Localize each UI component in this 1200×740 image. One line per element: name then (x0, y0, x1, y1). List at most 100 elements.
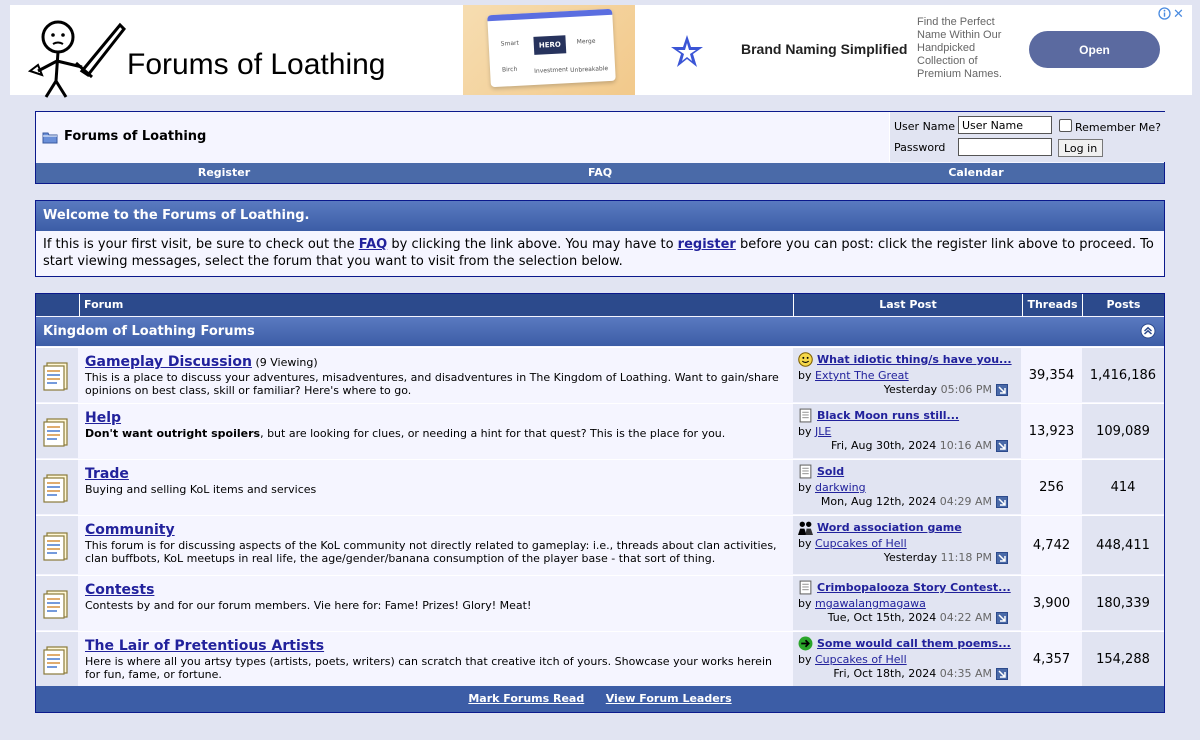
go-to-last-post-icon[interactable] (996, 668, 1008, 680)
table-footer: Mark Forums Read View Forum Leaders (36, 686, 1164, 712)
people-icon (798, 521, 813, 535)
nav-faq-link[interactable]: FAQ (412, 163, 788, 183)
go-to-last-post-icon[interactable] (996, 496, 1008, 508)
post-count: 154,288 (1082, 632, 1164, 686)
last-post-cell: Crimbopalooza Story Contest... by mgawala… (793, 576, 1021, 630)
thread-count: 13,923 (1022, 404, 1081, 458)
last-post-title-link[interactable]: Sold (817, 465, 844, 478)
forum-title-link[interactable]: Gameplay Discussion (85, 354, 252, 370)
document-icon (799, 464, 812, 479)
forum-info-cell: The Lair of Pretentious Artists Here is … (79, 632, 792, 686)
forum-row: Help Don't want outright spoilers, but a… (36, 403, 1164, 458)
header-forum: Forum (79, 294, 793, 316)
site-logo[interactable]: Forums of Loathing (10, 5, 392, 98)
thread-count: 3,900 (1022, 576, 1081, 630)
forum-description-text: , but are looking for clues, or needing … (260, 427, 726, 440)
go-to-last-post-icon[interactable] (996, 440, 1008, 452)
forum-info-cell: Gameplay Discussion (9 Viewing) This is a… (79, 348, 792, 402)
forum-title-link[interactable]: Community (85, 522, 175, 538)
document-icon (799, 408, 812, 423)
username-label: User Name (894, 120, 956, 133)
last-post-time: 04:22 AM (939, 611, 992, 624)
forum-status-icon (43, 590, 68, 619)
last-post-author: by Cupcakes of Hell (798, 653, 1016, 666)
last-post-author-link[interactable]: darkwing (815, 481, 866, 494)
forum-title-link[interactable]: Contests (85, 582, 154, 598)
forum-title-link[interactable]: Trade (85, 466, 129, 482)
last-post-author-link[interactable]: JLE (815, 425, 831, 438)
forum-row: The Lair of Pretentious Artists Here is … (36, 631, 1164, 686)
faq-link[interactable]: FAQ (359, 237, 388, 252)
forum-status-cell (36, 404, 78, 458)
last-post-cell: What idiotic thing/s have you... by Extyn… (793, 348, 1021, 402)
header-threads: Threads (1022, 294, 1082, 316)
username-input[interactable] (958, 116, 1052, 134)
collapse-icon[interactable] (1140, 323, 1156, 339)
last-post-author: by Extynt The Great (798, 369, 1016, 382)
forum-info-cell: Contests Contests by and for our forum m… (79, 576, 792, 630)
welcome-box: Welcome to the Forums of Loathing. If th… (35, 200, 1165, 277)
ad-close-icon[interactable]: ✕ (1173, 7, 1184, 22)
forum-title-link[interactable]: The Lair of Pretentious Artists (85, 638, 324, 654)
post-count: 448,411 (1082, 516, 1164, 574)
breadcrumb: Forums of Loathing (42, 129, 206, 144)
ad-open-button[interactable]: Open (1029, 31, 1160, 68)
ad-info-icon[interactable] (1158, 7, 1171, 20)
last-post-date-text: Yesterday (883, 551, 938, 564)
forum-status-icon (43, 646, 68, 675)
forum-description: Don't want outright spoilers, but are lo… (85, 427, 786, 440)
last-post-author: by JLE (798, 425, 1016, 438)
forum-description-text: Contests by and for our forum members. V… (85, 599, 532, 612)
last-post-by-label: by (798, 537, 812, 550)
welcome-text: If this is your first visit, be sure to … (36, 231, 1164, 275)
welcome-text-part: If this is your first visit, be sure to … (43, 237, 359, 252)
nav-register-link[interactable]: Register (36, 163, 412, 183)
remember-me-checkbox[interactable] (1059, 119, 1072, 132)
last-post-author-link[interactable]: mgawalangmagawa (815, 597, 926, 610)
last-post-cell: Some would call them poems... by Cupcakes… (793, 632, 1021, 686)
register-link[interactable]: register (678, 237, 736, 252)
page-title: Forums of Loathing (64, 129, 207, 144)
last-post-title-link[interactable]: What idiotic thing/s have you... (817, 353, 1012, 366)
last-post-date: Fri, Oct 18th, 2024 04:35 AM (798, 667, 1016, 680)
forum-status-icon (43, 532, 68, 561)
forum-info-cell: Community This forum is for discussing a… (79, 516, 792, 574)
last-post-date-text: Tue, Oct 15th, 2024 (827, 611, 937, 624)
last-post-author-link[interactable]: Cupcakes of Hell (815, 537, 907, 550)
password-input[interactable] (958, 138, 1052, 156)
last-post-cell: Black Moon runs still... by JLE Fri, Aug 3… (793, 404, 1021, 458)
thread-count: 4,742 (1022, 516, 1081, 574)
last-post-title-link[interactable]: Word association game (817, 521, 962, 534)
last-post-title-link[interactable]: Some would call them poems... (817, 637, 1011, 650)
go-to-last-post-icon[interactable] (996, 552, 1008, 564)
forum-title-link[interactable]: Help (85, 410, 121, 426)
go-to-last-post-icon[interactable] (996, 612, 1008, 624)
last-post-date-text: Yesterday (883, 383, 938, 396)
last-post-title-link[interactable]: Black Moon runs still... (817, 409, 959, 422)
view-forum-leaders-link[interactable]: View Forum Leaders (606, 692, 732, 705)
forum-description: Contests by and for our forum members. V… (85, 599, 786, 612)
nav-calendar-link[interactable]: Calendar (788, 163, 1164, 183)
forum-description-text: Here is where all you artsy types (artis… (85, 655, 772, 681)
post-count: 109,089 (1082, 404, 1164, 458)
last-post-cell: Word association game by Cupcakes of Hell… (793, 516, 1021, 574)
last-post-time: 05:06 PM (940, 383, 992, 396)
forum-row: Trade Buying and selling KoL items and s… (36, 459, 1164, 514)
category-title[interactable]: Kingdom of Loathing Forums (43, 324, 255, 339)
last-post-author-link[interactable]: Cupcakes of Hell (815, 653, 907, 666)
last-post-author-link[interactable]: Extynt The Great (815, 369, 909, 382)
last-post-title-link[interactable]: Crimbopalooza Story Contest... (817, 581, 1011, 594)
mark-forums-read-link[interactable]: Mark Forums Read (468, 692, 584, 705)
ad-tile: HERO (533, 35, 567, 55)
last-post-date-text: Fri, Oct 18th, 2024 (833, 667, 937, 680)
last-post-by-label: by (798, 369, 812, 382)
ad-tile: Unbreakable (570, 65, 609, 75)
last-post-date: Yesterday 05:06 PM (798, 383, 1016, 396)
ad-tile: Smart (500, 39, 520, 48)
smiley-icon (798, 352, 813, 367)
advertisement-banner[interactable]: Smart HERO Merge Birch Investment Unbrea… (392, 5, 1192, 95)
go-to-last-post-icon[interactable] (996, 384, 1008, 396)
post-count: 414 (1082, 460, 1164, 514)
login-button[interactable]: Log in (1058, 139, 1104, 157)
forum-row: Community This forum is for discussing a… (36, 515, 1164, 574)
